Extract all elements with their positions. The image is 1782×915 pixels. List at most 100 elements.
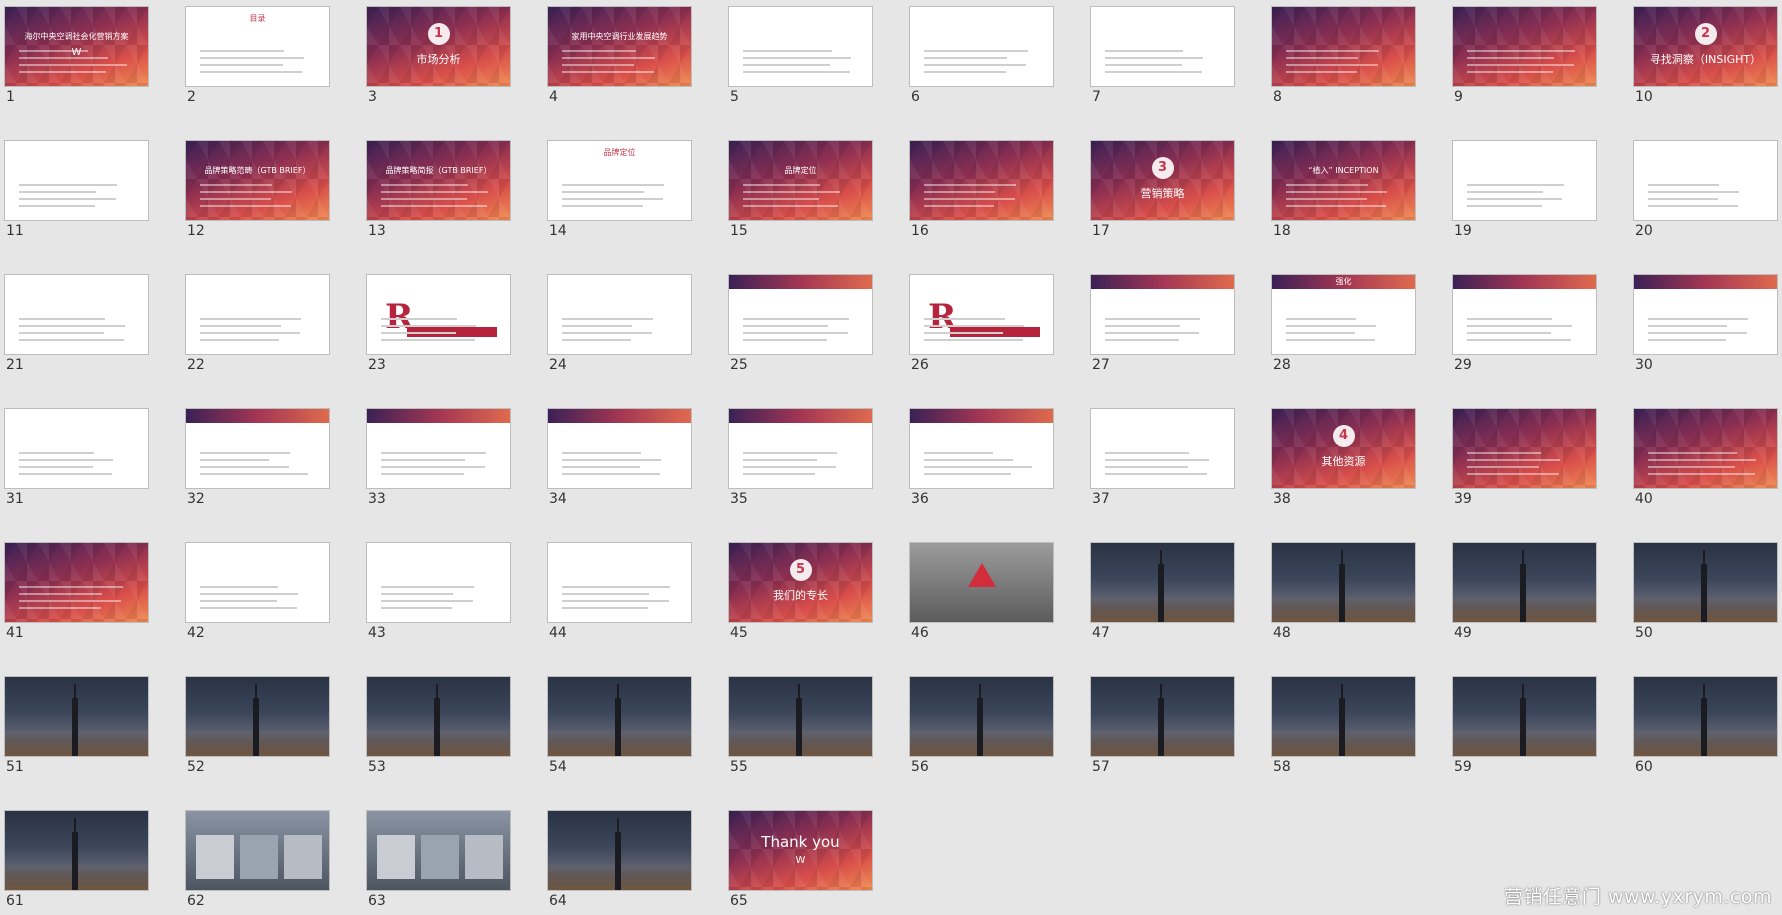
slide-title: 品牌定位 [784, 166, 817, 175]
slide-thumbnail[interactable] [909, 542, 1054, 623]
section-number-badge: 3 [1151, 157, 1174, 179]
slide-thumbnail[interactable] [728, 408, 873, 489]
slide-thumbnail[interactable]: 强化 [1271, 274, 1416, 355]
slide-number: 10 [1635, 89, 1653, 105]
slide-thumbnail[interactable] [1633, 274, 1778, 355]
slide-thumbnail[interactable] [547, 408, 692, 489]
slide-thumbnail[interactable] [185, 542, 330, 623]
text-lines [200, 45, 315, 78]
slide-thumbnail[interactable] [1452, 140, 1597, 221]
slide-thumbnail[interactable] [366, 408, 511, 489]
slide-number: 44 [549, 625, 567, 641]
slide-thumbnail[interactable] [1633, 542, 1778, 623]
slide-cell: 46 [909, 542, 1056, 641]
slide-thumbnail[interactable]: 5 我们的专长 [728, 542, 873, 623]
slide-title: 品牌策略简报（GTB BRIEF） [385, 166, 492, 175]
slide-number: 24 [549, 357, 567, 373]
slide-thumbnail[interactable]: “植入” INCEPTION [1271, 140, 1416, 221]
slide-thumbnail[interactable]: 品牌策略简报（GTB BRIEF） [366, 140, 511, 221]
slide-thumbnail[interactable] [1452, 408, 1597, 489]
slide-thumbnail[interactable] [366, 810, 511, 891]
slide-thumbnail[interactable] [547, 274, 692, 355]
slide-thumbnail[interactable]: 目录 [185, 6, 330, 87]
slide-thumbnail[interactable] [1633, 140, 1778, 221]
slide-cell: 34 [547, 408, 694, 507]
slide-thumbnail[interactable]: 家用中央空调行业发展趋势 [547, 6, 692, 87]
slide-number: 19 [1454, 223, 1472, 239]
slide-thumbnail[interactable] [547, 810, 692, 891]
slide-number: 20 [1635, 223, 1653, 239]
slide-thumbnail[interactable] [1090, 676, 1235, 757]
slide-thumbnail[interactable]: 4 其他资源 [1271, 408, 1416, 489]
slide-thumbnail[interactable] [909, 676, 1054, 757]
slide-thumbnail[interactable] [909, 408, 1054, 489]
slide-thumbnail[interactable] [4, 140, 149, 221]
slide-thumbnail[interactable] [1633, 676, 1778, 757]
slide-thumbnail[interactable]: 品牌策略范畴（GTB BRIEF） [185, 140, 330, 221]
slide-thumbnail[interactable] [4, 676, 149, 757]
slide-thumbnail[interactable] [1271, 542, 1416, 623]
slide-thumbnail[interactable]: 2 寻找洞察（INSIGHT） [1633, 6, 1778, 87]
slide-thumbnail[interactable] [547, 542, 692, 623]
slide-cell: 57 [1090, 676, 1237, 775]
slide-thumbnail[interactable] [185, 274, 330, 355]
slide-cell: 48 [1271, 542, 1418, 641]
slide-thumbnail[interactable] [4, 810, 149, 891]
slide-title: 强化 [1335, 277, 1352, 286]
slide-thumbnail[interactable]: 品牌定位 [547, 140, 692, 221]
slide-thumbnail[interactable] [4, 542, 149, 623]
slide-thumbnail[interactable] [1452, 274, 1597, 355]
slide-thumbnail[interactable] [185, 408, 330, 489]
slide-thumbnail[interactable] [1090, 408, 1235, 489]
slide-thumbnail[interactable] [1452, 676, 1597, 757]
slide-thumbnail[interactable]: 海尔中央空调社会化营销方案 W [4, 6, 149, 87]
slide-thumbnail[interactable] [1271, 6, 1416, 87]
slide-cell: 强化 28 [1271, 274, 1418, 373]
slide-cell: 54 [547, 676, 694, 775]
slide-thumbnail[interactable]: 1 市场分析 [366, 6, 511, 87]
slide-number: 3 [368, 89, 377, 105]
slide-thumbnail[interactable] [1633, 408, 1778, 489]
text-lines [381, 179, 496, 212]
slide-cell: 海尔中央空调社会化营销方案 W 1 [4, 6, 151, 105]
slide-thumbnail[interactable]: 品牌定位 [728, 140, 873, 221]
slide-number: 40 [1635, 491, 1653, 507]
slide-title: 家用中央空调行业发展趋势 [571, 32, 668, 41]
slide-thumbnail[interactable]: 3 营销策略 [1090, 140, 1235, 221]
slide-thumbnail[interactable] [185, 676, 330, 757]
slide-number: 64 [549, 893, 567, 909]
slide-number: 38 [1273, 491, 1291, 507]
slide-cell: 5 [728, 6, 875, 105]
slide-thumbnail[interactable] [1271, 676, 1416, 757]
slide-thumbnail[interactable] [366, 542, 511, 623]
slide-thumbnail[interactable]: R [366, 274, 511, 355]
slide-thumbnail[interactable] [185, 810, 330, 891]
slide-thumbnail[interactable] [728, 6, 873, 87]
slide-thumbnail[interactable] [1452, 542, 1597, 623]
slide-number: 42 [187, 625, 205, 641]
slide-cell: 1 市场分析 3 [366, 6, 513, 105]
slide-thumbnail[interactable] [1090, 274, 1235, 355]
slide-thumbnail[interactable] [728, 676, 873, 757]
slide-thumbnail[interactable] [909, 6, 1054, 87]
slide-thumbnail[interactable] [1452, 6, 1597, 87]
text-lines [381, 313, 496, 346]
slide-thumbnail[interactable] [909, 140, 1054, 221]
slide-thumbnail[interactable] [4, 408, 149, 489]
slide-thumbnail[interactable] [728, 274, 873, 355]
slide-thumbnail[interactable] [547, 676, 692, 757]
slide-thumbnail[interactable] [1090, 6, 1235, 87]
slide-thumbnail[interactable] [366, 676, 511, 757]
slide-cell: 27 [1090, 274, 1237, 373]
slide-number: 62 [187, 893, 205, 909]
slide-thumbnail[interactable]: R [909, 274, 1054, 355]
triangle-pattern [729, 543, 872, 622]
slide-number: 59 [1454, 759, 1472, 775]
slide-thumbnail[interactable] [1090, 542, 1235, 623]
slide-number: 16 [911, 223, 929, 239]
text-lines [1286, 179, 1401, 212]
slide-thumbnail[interactable] [4, 274, 149, 355]
slide-cell: 52 [185, 676, 332, 775]
slide-thumbnail[interactable]: Thank you W [728, 810, 873, 891]
text-lines [1467, 447, 1582, 480]
